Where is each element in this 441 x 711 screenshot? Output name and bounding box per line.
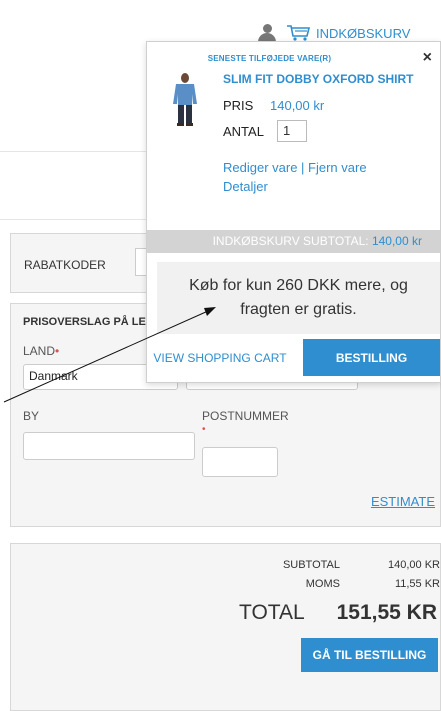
edit-item-link[interactable]: Rediger vare — [223, 160, 297, 175]
remove-item-link[interactable]: Fjern vare — [308, 160, 367, 175]
total-label: TOTAL — [239, 601, 305, 624]
user-icon[interactable] — [258, 24, 276, 42]
close-icon[interactable]: × — [423, 49, 432, 67]
minicart-subtotal-label: INDKØBSKURV SUBTOTAL: — [212, 234, 369, 248]
minicart-subtotal-value: 140,00 kr — [371, 234, 422, 248]
price-label: PRIS — [223, 98, 254, 113]
divider — [0, 219, 147, 220]
shipping-line-2: fragten er gratis. — [240, 301, 357, 318]
product-name-link[interactable]: SLIM FIT DOBBY OXFORD SHIRT — [223, 72, 413, 86]
minicart-popup: SENESTE TILFØJEDE VARE(R) × SLIM FIT DOB… — [146, 41, 441, 383]
link-separator: | — [297, 160, 309, 175]
quantity-label: ANTAL — [223, 124, 264, 139]
tax-label: MOMS — [305, 578, 340, 590]
required-marker: • — [202, 424, 206, 435]
subtotal-value: 140,00 KR — [388, 559, 440, 571]
product-thumbnail[interactable] — [165, 72, 205, 128]
quantity-input[interactable]: 1 — [277, 120, 307, 142]
checkout-button[interactable]: GÅ TIL BESTILLING — [301, 638, 438, 672]
estimate-title: PRISOVERSLAG PÅ LEV — [23, 316, 154, 328]
shipping-line-1: Køb for kun 260 DKK mere, og — [189, 277, 408, 294]
item-actions: Rediger vare | Fjern vare Detaljer — [223, 158, 367, 196]
price-value: 140,00 kr — [270, 98, 325, 113]
zip-label: POSTNUMMER — [202, 409, 289, 423]
estimate-button[interactable]: ESTIMATE — [371, 494, 435, 509]
cart-label: INDKØBSKURV — [316, 25, 411, 41]
city-input[interactable] — [23, 432, 195, 460]
order-button[interactable]: BESTILLING — [303, 339, 440, 376]
discount-label: RABATKODER — [24, 258, 106, 272]
minicart-subtotal-bar: INDKØBSKURV SUBTOTAL: 140,00 kr — [147, 230, 440, 253]
minicart-heading: SENESTE TILFØJEDE VARE(R) — [207, 54, 332, 63]
tax-value: 11,55 KR — [394, 578, 440, 590]
totals-panel: SUBTOTAL 140,00 KR MOMS 11,55 KR TOTAL 1… — [10, 543, 441, 711]
cart-link[interactable]: INDKØBSKURV — [286, 24, 410, 42]
total-value: 151,55 KR — [336, 601, 437, 624]
free-shipping-message: Køb for kun 260 DKK mere, og fragten er … — [157, 262, 440, 334]
subtotal-label: SUBTOTAL — [282, 559, 340, 571]
view-shopping-cart-button[interactable]: VIEW SHOPPING CART — [147, 339, 293, 376]
details-link[interactable]: Detaljer — [223, 179, 268, 194]
country-label: LAND• — [23, 344, 60, 358]
cart-icon — [287, 25, 311, 41]
zip-input[interactable] — [202, 447, 278, 477]
divider — [0, 151, 147, 152]
city-label: BY — [23, 409, 40, 423]
